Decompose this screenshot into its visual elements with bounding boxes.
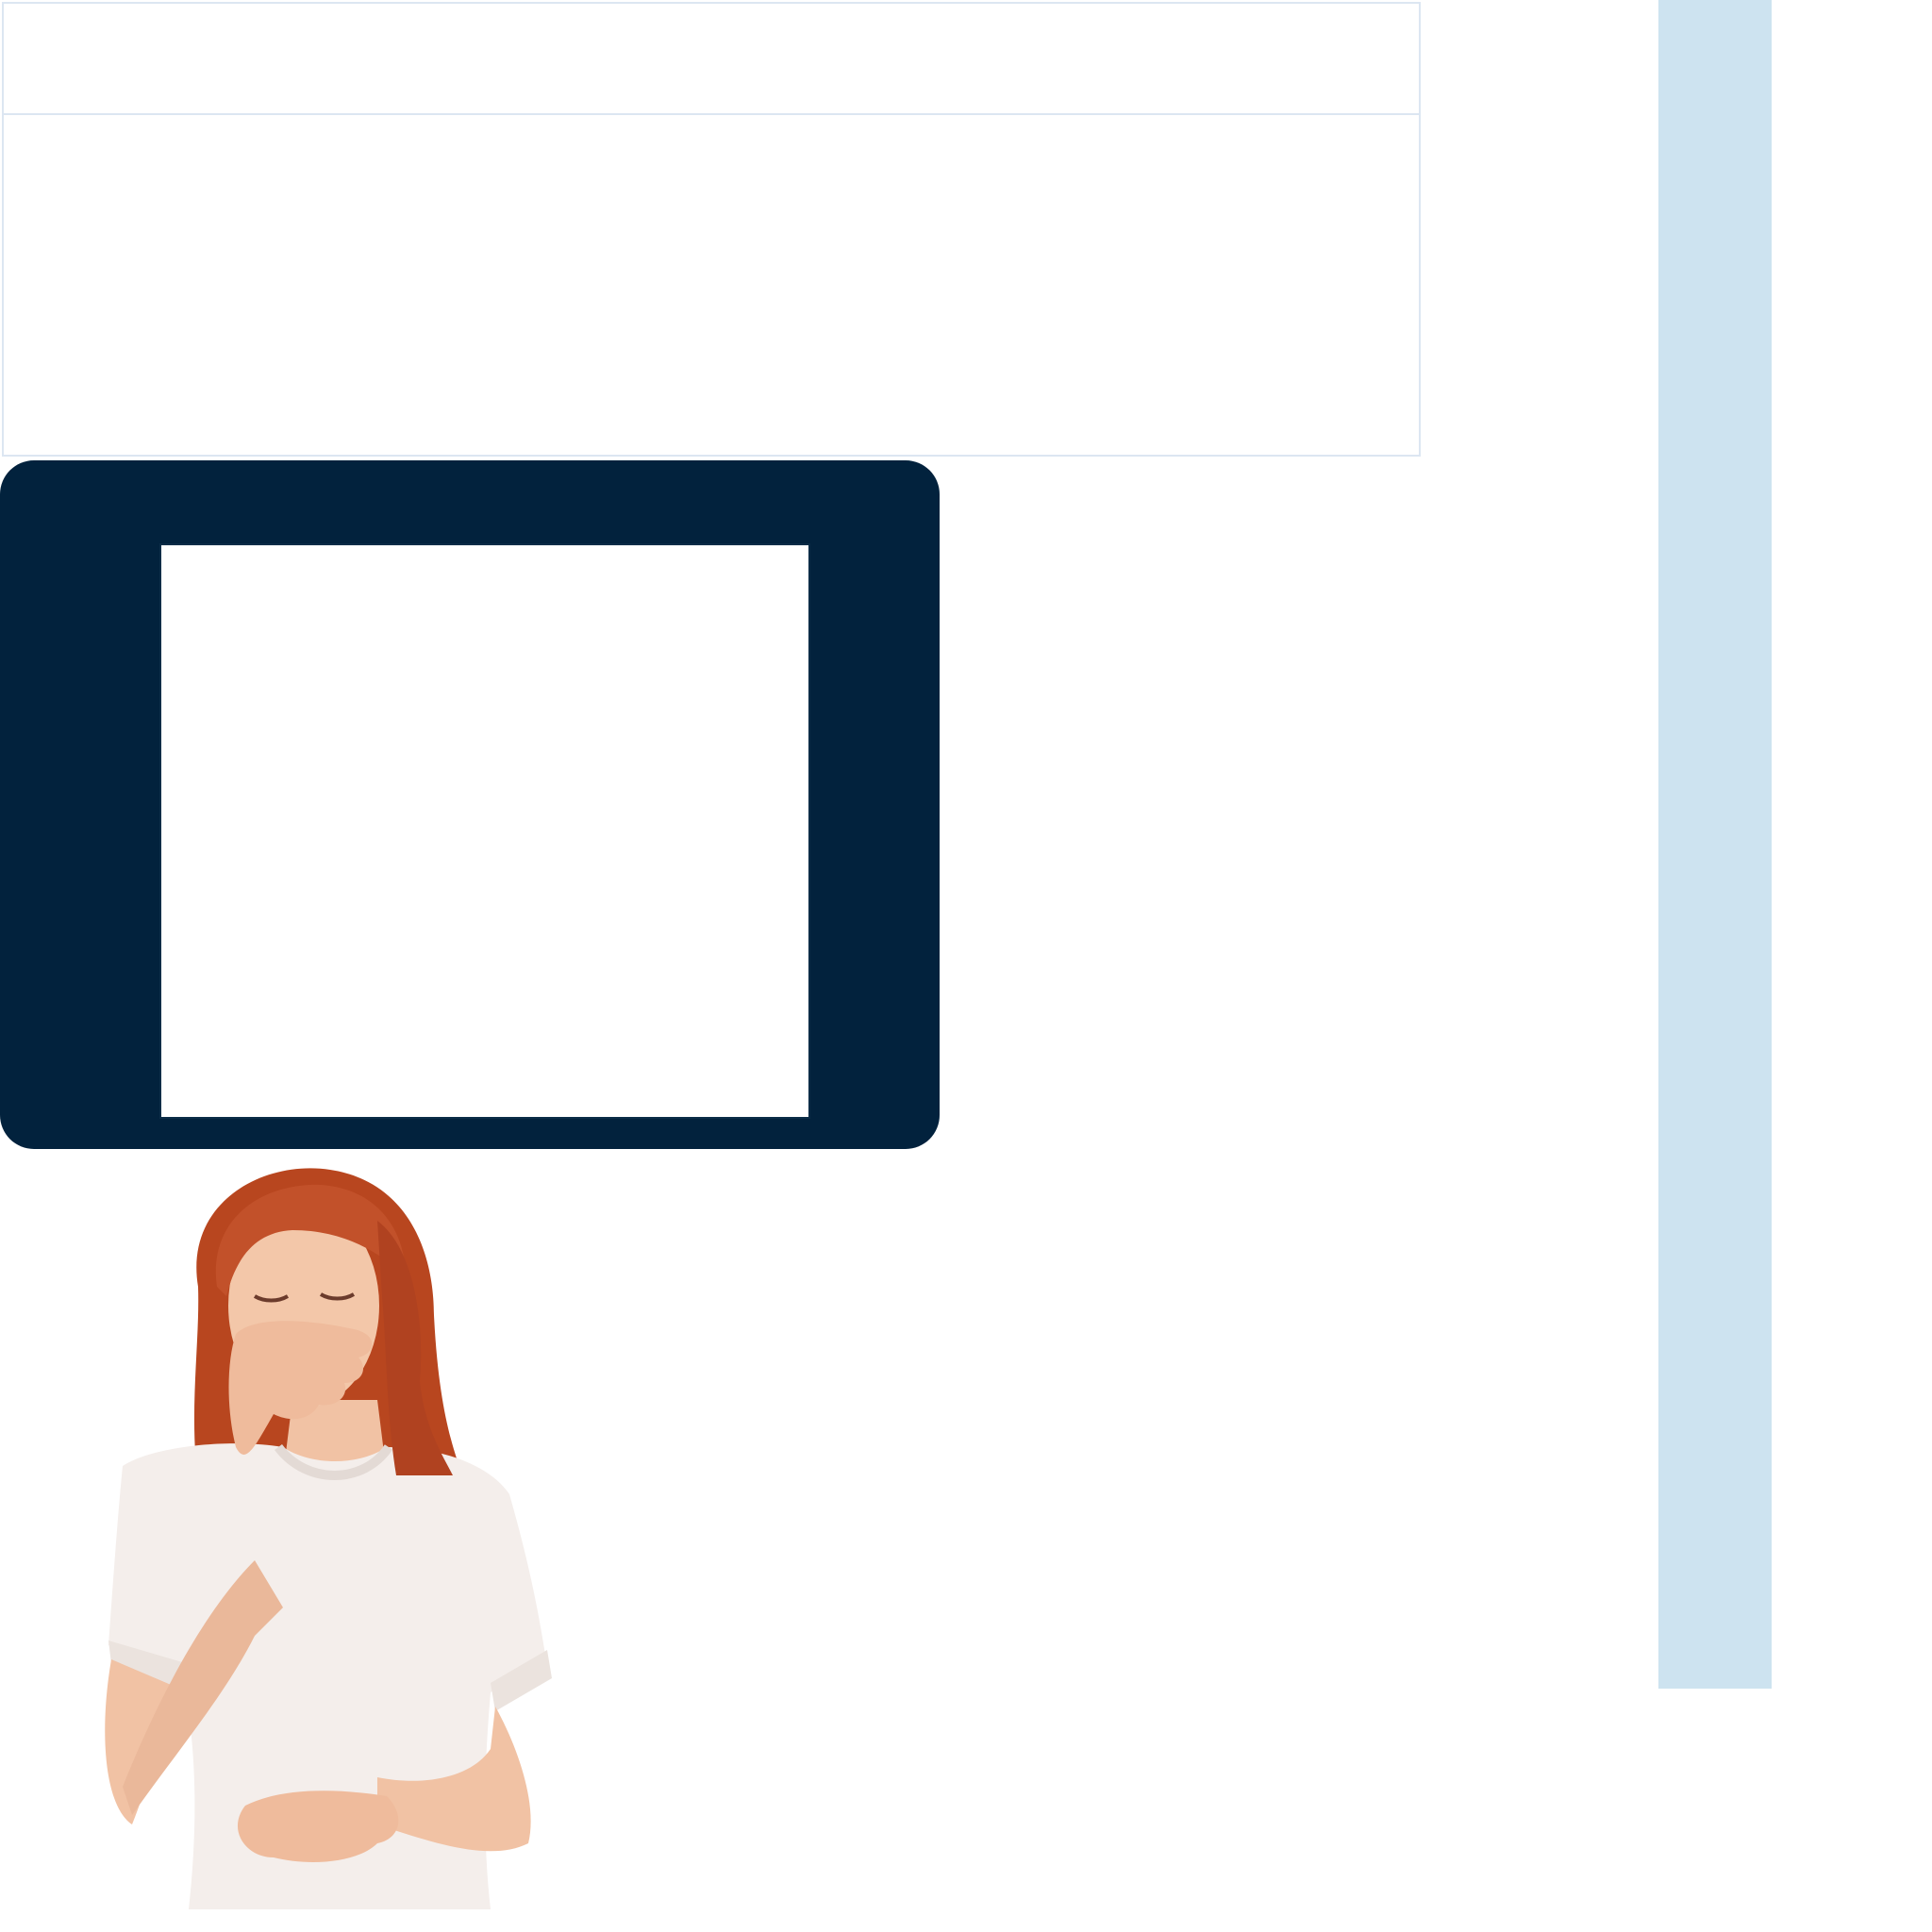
- top-panel: [2, 2, 1421, 457]
- top-panel-body: [4, 117, 1419, 455]
- woman-photo: [94, 1164, 641, 1909]
- dark-card-screen: [159, 543, 810, 1119]
- page-canvas: [0, 0, 1932, 1932]
- top-panel-header: [4, 4, 1419, 115]
- side-bar: [1658, 0, 1772, 1689]
- woman-illustration: [105, 1168, 552, 1909]
- dark-card: [0, 460, 940, 1149]
